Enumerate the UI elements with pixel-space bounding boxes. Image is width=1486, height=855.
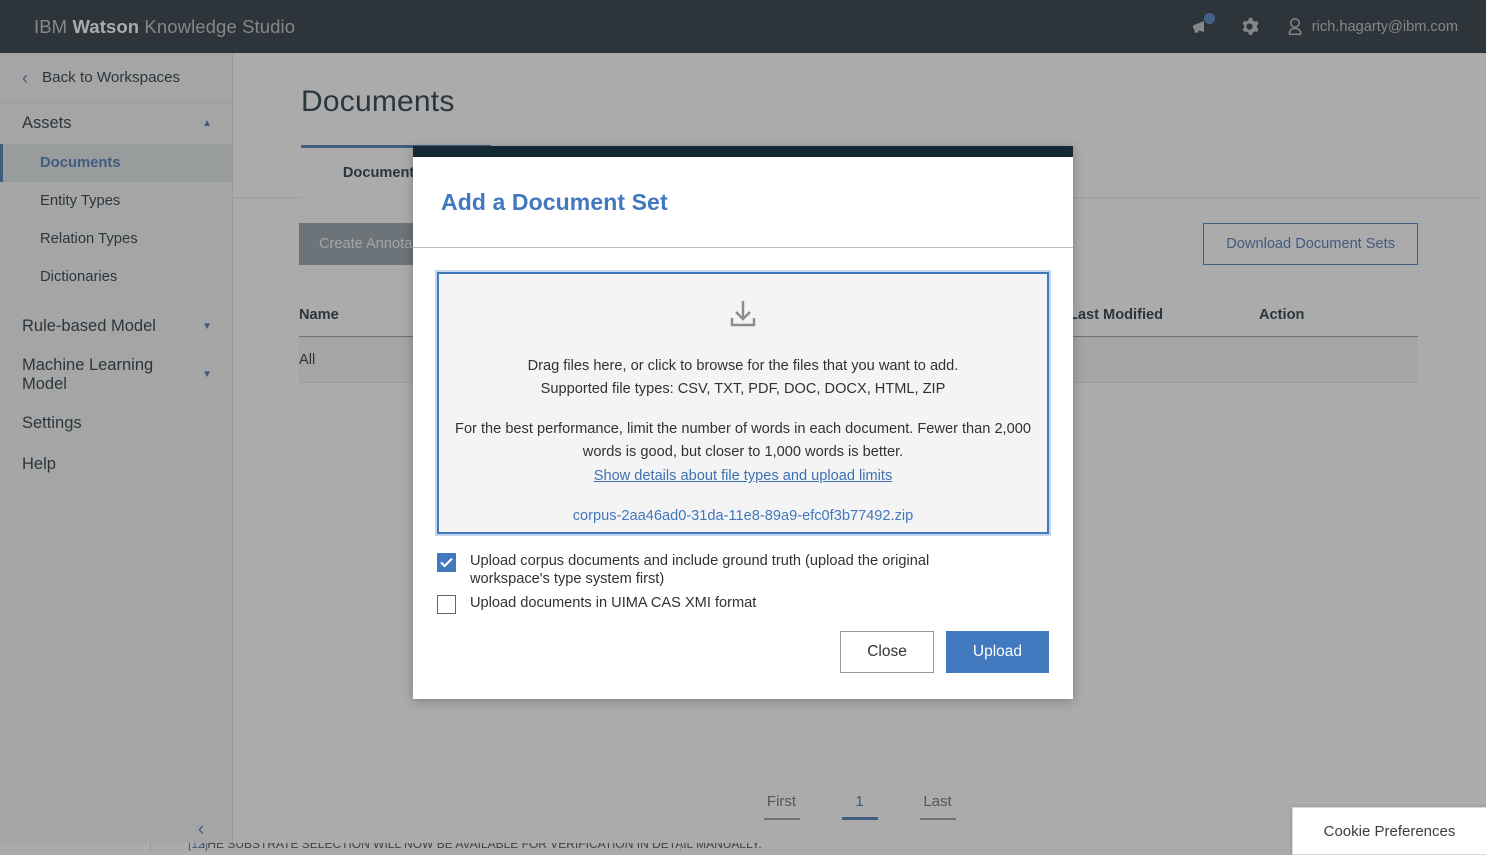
screen: IBM Watson Knowledge Studio rich.hagarty… <box>0 0 1486 855</box>
dropzone-line-1: Drag files here, or click to browse for … <box>527 358 959 374</box>
modal-title: Add a Document Set <box>441 188 668 215</box>
dropzone-instruction: Drag files here, or click to browse for … <box>528 355 959 401</box>
add-document-set-modal: Add a Document Set Drag files here, or c… <box>413 146 1073 699</box>
download-tray-icon <box>725 296 761 337</box>
upload-button[interactable]: Upload <box>945 631 1049 673</box>
checkbox-uima-cas-xmi[interactable] <box>437 595 456 615</box>
dropzone-performance-note: For the best performance, limit the numb… <box>453 418 1033 488</box>
checkbox-ground-truth[interactable] <box>437 553 456 572</box>
checkbox-ground-truth-label: Upload corpus documents and include grou… <box>470 553 930 588</box>
selected-file-name[interactable]: corpus-2aa46ad0-31da-11e8-89a9-efc0f3b77… <box>573 508 914 524</box>
dropzone-line-2: Supported file types: CSV, TXT, PDF, DOC… <box>540 381 946 398</box>
file-dropzone[interactable]: Drag files here, or click to browse for … <box>437 272 1049 534</box>
modal-top-accent-bar <box>413 146 1073 157</box>
close-button-label: Close <box>867 643 907 660</box>
checkbox-row-ground-truth[interactable]: Upload corpus documents and include grou… <box>437 552 1049 588</box>
cookie-preferences-label: Cookie Preferences <box>1323 822 1456 840</box>
file-type-details-link[interactable]: Show details about file types and upload… <box>453 465 1033 488</box>
upload-button-label: Upload <box>972 643 1022 660</box>
dropzone-line-3: For the best performance, limit the numb… <box>455 421 1031 461</box>
close-button[interactable]: Close <box>840 631 934 673</box>
checkbox-uima-cas-xmi-label: Upload documents in UIMA CAS XMI format <box>470 595 757 612</box>
cookie-preferences-button[interactable]: Cookie Preferences <box>1292 807 1486 855</box>
modal-header: Add a Document Set <box>413 157 1073 248</box>
upload-options: Upload corpus documents and include grou… <box>437 552 1049 620</box>
modal-footer: Close Upload <box>413 631 1073 699</box>
modal-body: Drag files here, or click to browse for … <box>413 248 1073 631</box>
checkbox-row-uima-cas-xmi[interactable]: Upload documents in UIMA CAS XMI format <box>437 594 1049 615</box>
